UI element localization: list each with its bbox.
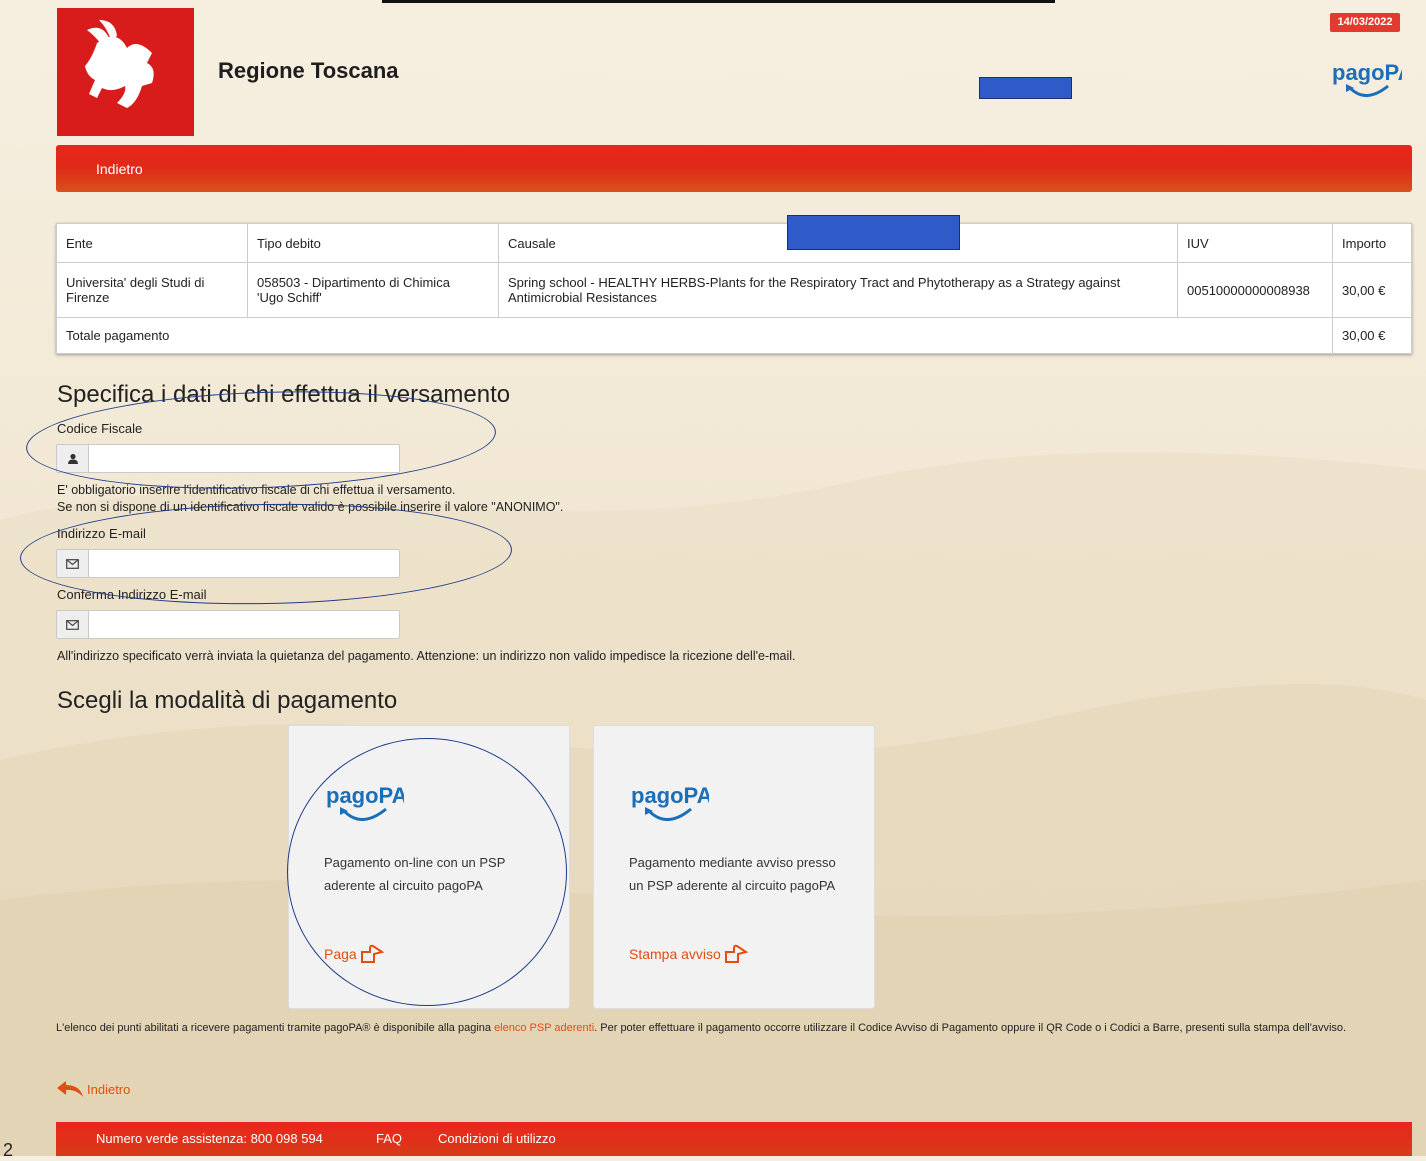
cell-causale: Spring school - HEALTHY HERBS-Plants for… (498, 262, 1178, 318)
back-link-label: Indietro (87, 1081, 131, 1097)
col-header-iuv: IUV (1177, 223, 1333, 263)
total-value: 30,00 € (1332, 317, 1412, 354)
redaction-box (979, 77, 1072, 99)
email-input[interactable] (90, 550, 394, 577)
cell-tipo: 058503 - Dipartimento di Chimica 'Ugo Sc… (247, 262, 499, 318)
cell-ente: Universita' degli Studi di Firenze (56, 262, 248, 318)
pay-button[interactable]: Paga (324, 944, 384, 964)
total-label: Totale pagamento (56, 317, 1333, 354)
redaction-box (787, 215, 960, 250)
email-confirm-label: Conferma Indirizzo E-mail (57, 587, 207, 602)
online-payment-card[interactable]: pagoPA Pagamento on-line con un PSP ader… (288, 725, 570, 1009)
footer-bar: Numero verde assistenza: 800 098 594 FAQ… (56, 1122, 1412, 1156)
back-link[interactable]: Indietro (56, 1080, 130, 1098)
col-header-importo: Importo (1332, 223, 1412, 263)
pointing-hand-icon (360, 944, 384, 963)
pagopa-logo: pagoPA (1330, 58, 1402, 106)
col-header-tipo: Tipo debito (247, 223, 499, 263)
envelope-icon (57, 550, 89, 577)
col-header-ente: Ente (56, 223, 248, 263)
region-logo (57, 8, 194, 136)
faq-link[interactable]: FAQ (376, 1131, 402, 1146)
notice-payment-text: Pagamento mediante avviso presso un PSP … (629, 855, 836, 893)
payment-section-title: Scegli la modalità di pagamento (57, 687, 398, 714)
terms-link[interactable]: Condizioni di utilizzo (438, 1131, 556, 1146)
cf-field (56, 444, 400, 473)
cf-note-1: E' obbligatorio inserire l'identificativ… (57, 483, 456, 497)
codice-fiscale-input[interactable] (90, 445, 394, 472)
user-icon (57, 445, 89, 472)
online-payment-text: Pagamento on-line con un PSP aderente al… (324, 855, 506, 893)
table-row: Universita' degli Studi di Firenze 05850… (56, 262, 1412, 318)
psp-note: L'elenco dei punti abilitati a ricevere … (56, 1022, 1347, 1034)
email-field (56, 549, 400, 578)
debt-table: Ente Tipo debito Causale IUV Importo Uni… (56, 223, 1412, 354)
back-arrow-icon (57, 1081, 83, 1097)
top-rule (382, 0, 1055, 3)
date-badge: 14/03/2022 (1330, 13, 1400, 32)
pagopa-logo-text: pagoPA (631, 783, 709, 808)
table-header-row: Ente Tipo debito Causale IUV Importo (56, 223, 1412, 263)
email-confirm-field (56, 610, 400, 639)
pointing-hand-icon (724, 944, 748, 963)
email-note: All'indirizzo specificato verrà inviata … (57, 649, 796, 663)
payer-section-title: Specifica i dati di chi effettua il vers… (57, 381, 511, 408)
cf-note-2: Se non si dispone di un identificativo f… (57, 500, 564, 514)
psp-list-link[interactable]: elenco PSP aderenti (494, 1022, 594, 1034)
print-notice-button[interactable]: Stampa avviso (629, 944, 748, 964)
back-nav-link[interactable]: Indietro (96, 161, 143, 177)
pagopa-logo-text: pagoPA (1332, 60, 1402, 85)
pay-button-label: Paga (324, 946, 357, 962)
cell-importo: 30,00 € (1332, 262, 1412, 318)
helpline-link[interactable]: Numero verde assistenza: 800 098 594 (96, 1131, 323, 1146)
pegasus-icon (85, 20, 154, 108)
envelope-icon (57, 611, 89, 638)
brand-title: Regione Toscana (218, 58, 399, 83)
print-notice-label: Stampa avviso (629, 946, 721, 962)
cell-iuv: 00510000000008938 (1177, 262, 1333, 318)
page-number: 2 (3, 1140, 14, 1160)
pagopa-logo-text: pagoPA (326, 783, 404, 808)
cf-label: Codice Fiscale (57, 421, 143, 436)
total-row: Totale pagamento 30,00 € (56, 317, 1412, 354)
top-nav-bar: Indietro (56, 145, 1412, 192)
pagopa-logo: pagoPA (324, 781, 404, 831)
email-confirm-input[interactable] (90, 611, 394, 638)
email-label: Indirizzo E-mail (57, 526, 146, 541)
notice-payment-card[interactable]: pagoPA Pagamento mediante avviso presso … (593, 725, 875, 1009)
pagopa-logo: pagoPA (629, 781, 709, 831)
